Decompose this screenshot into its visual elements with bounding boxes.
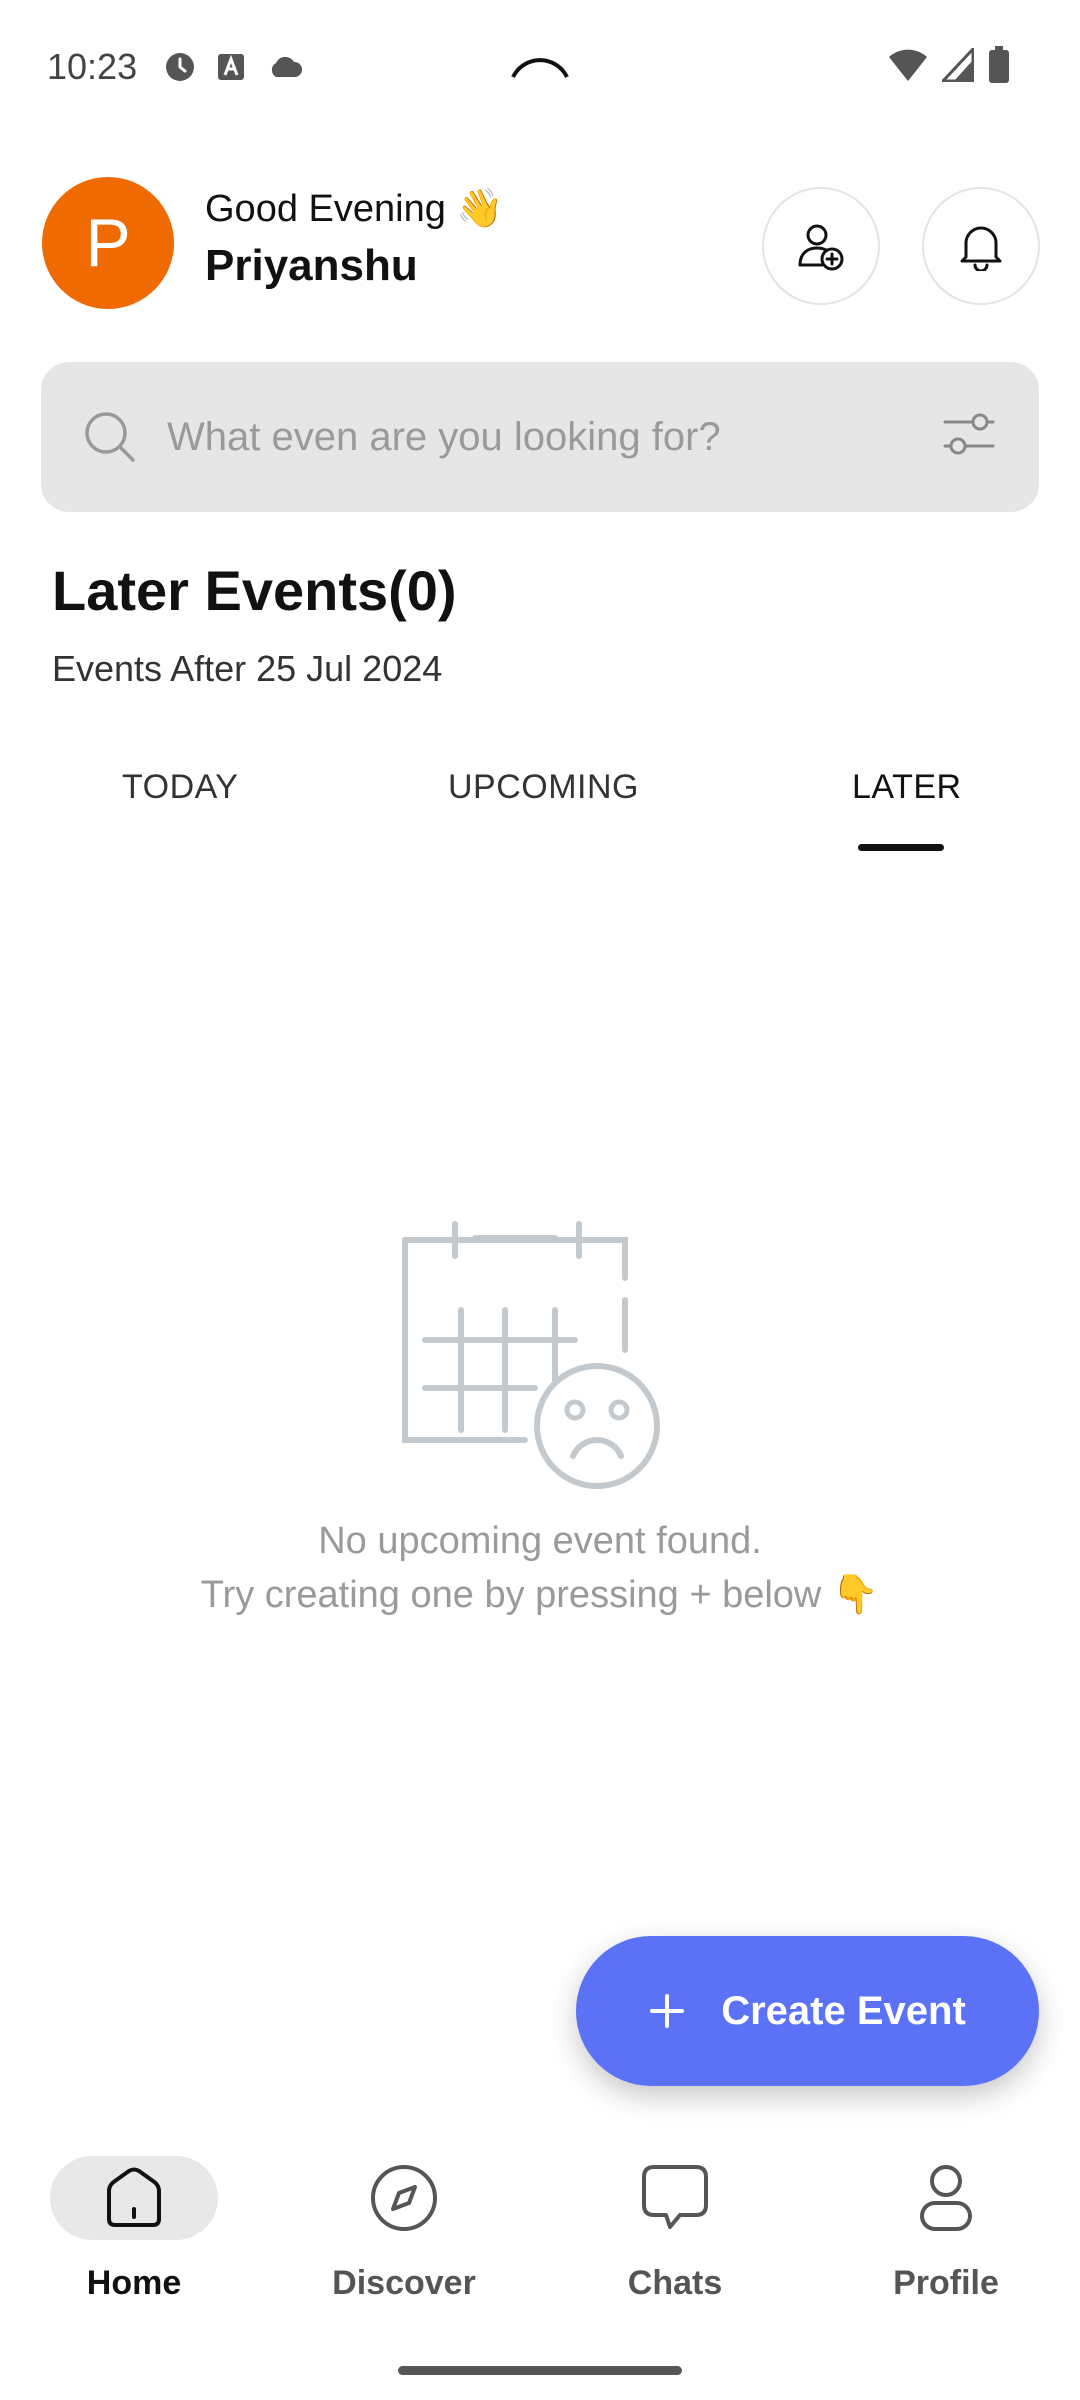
signal-icon	[942, 48, 974, 82]
wifi-icon	[889, 49, 927, 81]
section-title: Later Events(0)	[52, 559, 457, 622]
compass-icon	[371, 2165, 437, 2231]
tab-later[interactable]: LATER	[852, 768, 962, 807]
notifications-button[interactable]	[922, 187, 1040, 305]
nav-label-profile: Profile	[893, 2264, 999, 2302]
clock-icon	[166, 53, 194, 81]
empty-state-message: No upcoming event found.	[318, 1520, 762, 1562]
nav-discover-pill	[320, 2156, 488, 2240]
nav-item-profile[interactable]: Profile	[836, 2156, 1056, 2316]
nav-label-discover: Discover	[332, 2264, 476, 2302]
person-icon	[920, 2165, 972, 2231]
username-text: Priyanshu	[205, 241, 418, 290]
status-time: 10:23	[47, 46, 138, 87]
empty-calendar-sad-icon	[402, 1221, 660, 1489]
avatar[interactable]: P	[42, 177, 174, 309]
gesture-home-indicator[interactable]	[398, 2366, 682, 2375]
a-icon	[218, 54, 244, 80]
bell-icon	[960, 226, 1002, 271]
event-tabs: TODAY UPCOMING LATER	[0, 750, 1080, 860]
status-bar: 10:23	[0, 0, 1080, 130]
bottom-navigation: Home Discover Chats Profile	[0, 2128, 1080, 2328]
search-icon	[85, 412, 135, 462]
nav-item-discover[interactable]: Discover	[294, 2156, 514, 2316]
nav-chats-pill	[591, 2156, 759, 2240]
status-system-icons	[888, 46, 1010, 84]
nav-label-chats: Chats	[627, 2264, 723, 2302]
status-notification-icons	[165, 52, 303, 82]
add-user-icon	[798, 224, 844, 271]
nav-home-pill	[50, 2156, 218, 2240]
battery-icon	[989, 46, 1009, 83]
home-icon	[107, 2167, 161, 2227]
app-screen: 10:23 P Good Evening 👋 Priyanshu What ev…	[0, 0, 1080, 2400]
tab-today[interactable]: TODAY	[122, 768, 239, 807]
empty-state-hint: Try creating one by pressing + below 👇	[200, 1574, 880, 1616]
filter-icon[interactable]	[943, 412, 995, 456]
add-user-button[interactable]	[762, 187, 880, 305]
section-subtitle: Events After 25 Jul 2024	[52, 648, 443, 689]
cloud-icon	[271, 56, 303, 77]
plus-icon	[650, 1994, 685, 2028]
greeting-text: Good Evening 👋	[205, 188, 504, 230]
chat-bubble-icon	[642, 2165, 708, 2229]
active-tab-indicator	[858, 844, 944, 851]
nav-profile-pill	[862, 2156, 1030, 2240]
nav-label-home: Home	[86, 2264, 182, 2302]
tab-upcoming[interactable]: UPCOMING	[448, 768, 639, 807]
nav-item-chats[interactable]: Chats	[565, 2156, 785, 2316]
create-event-label: Create Event	[721, 1988, 966, 2033]
nav-item-home[interactable]: Home	[24, 2156, 244, 2316]
home-header: P Good Evening 👋 Priyanshu	[40, 175, 1040, 310]
create-event-button[interactable]: Create Event	[576, 1936, 1039, 2086]
camera-cutout	[511, 58, 569, 78]
search-input[interactable]	[167, 402, 887, 472]
search-bar[interactable]	[41, 362, 1039, 512]
